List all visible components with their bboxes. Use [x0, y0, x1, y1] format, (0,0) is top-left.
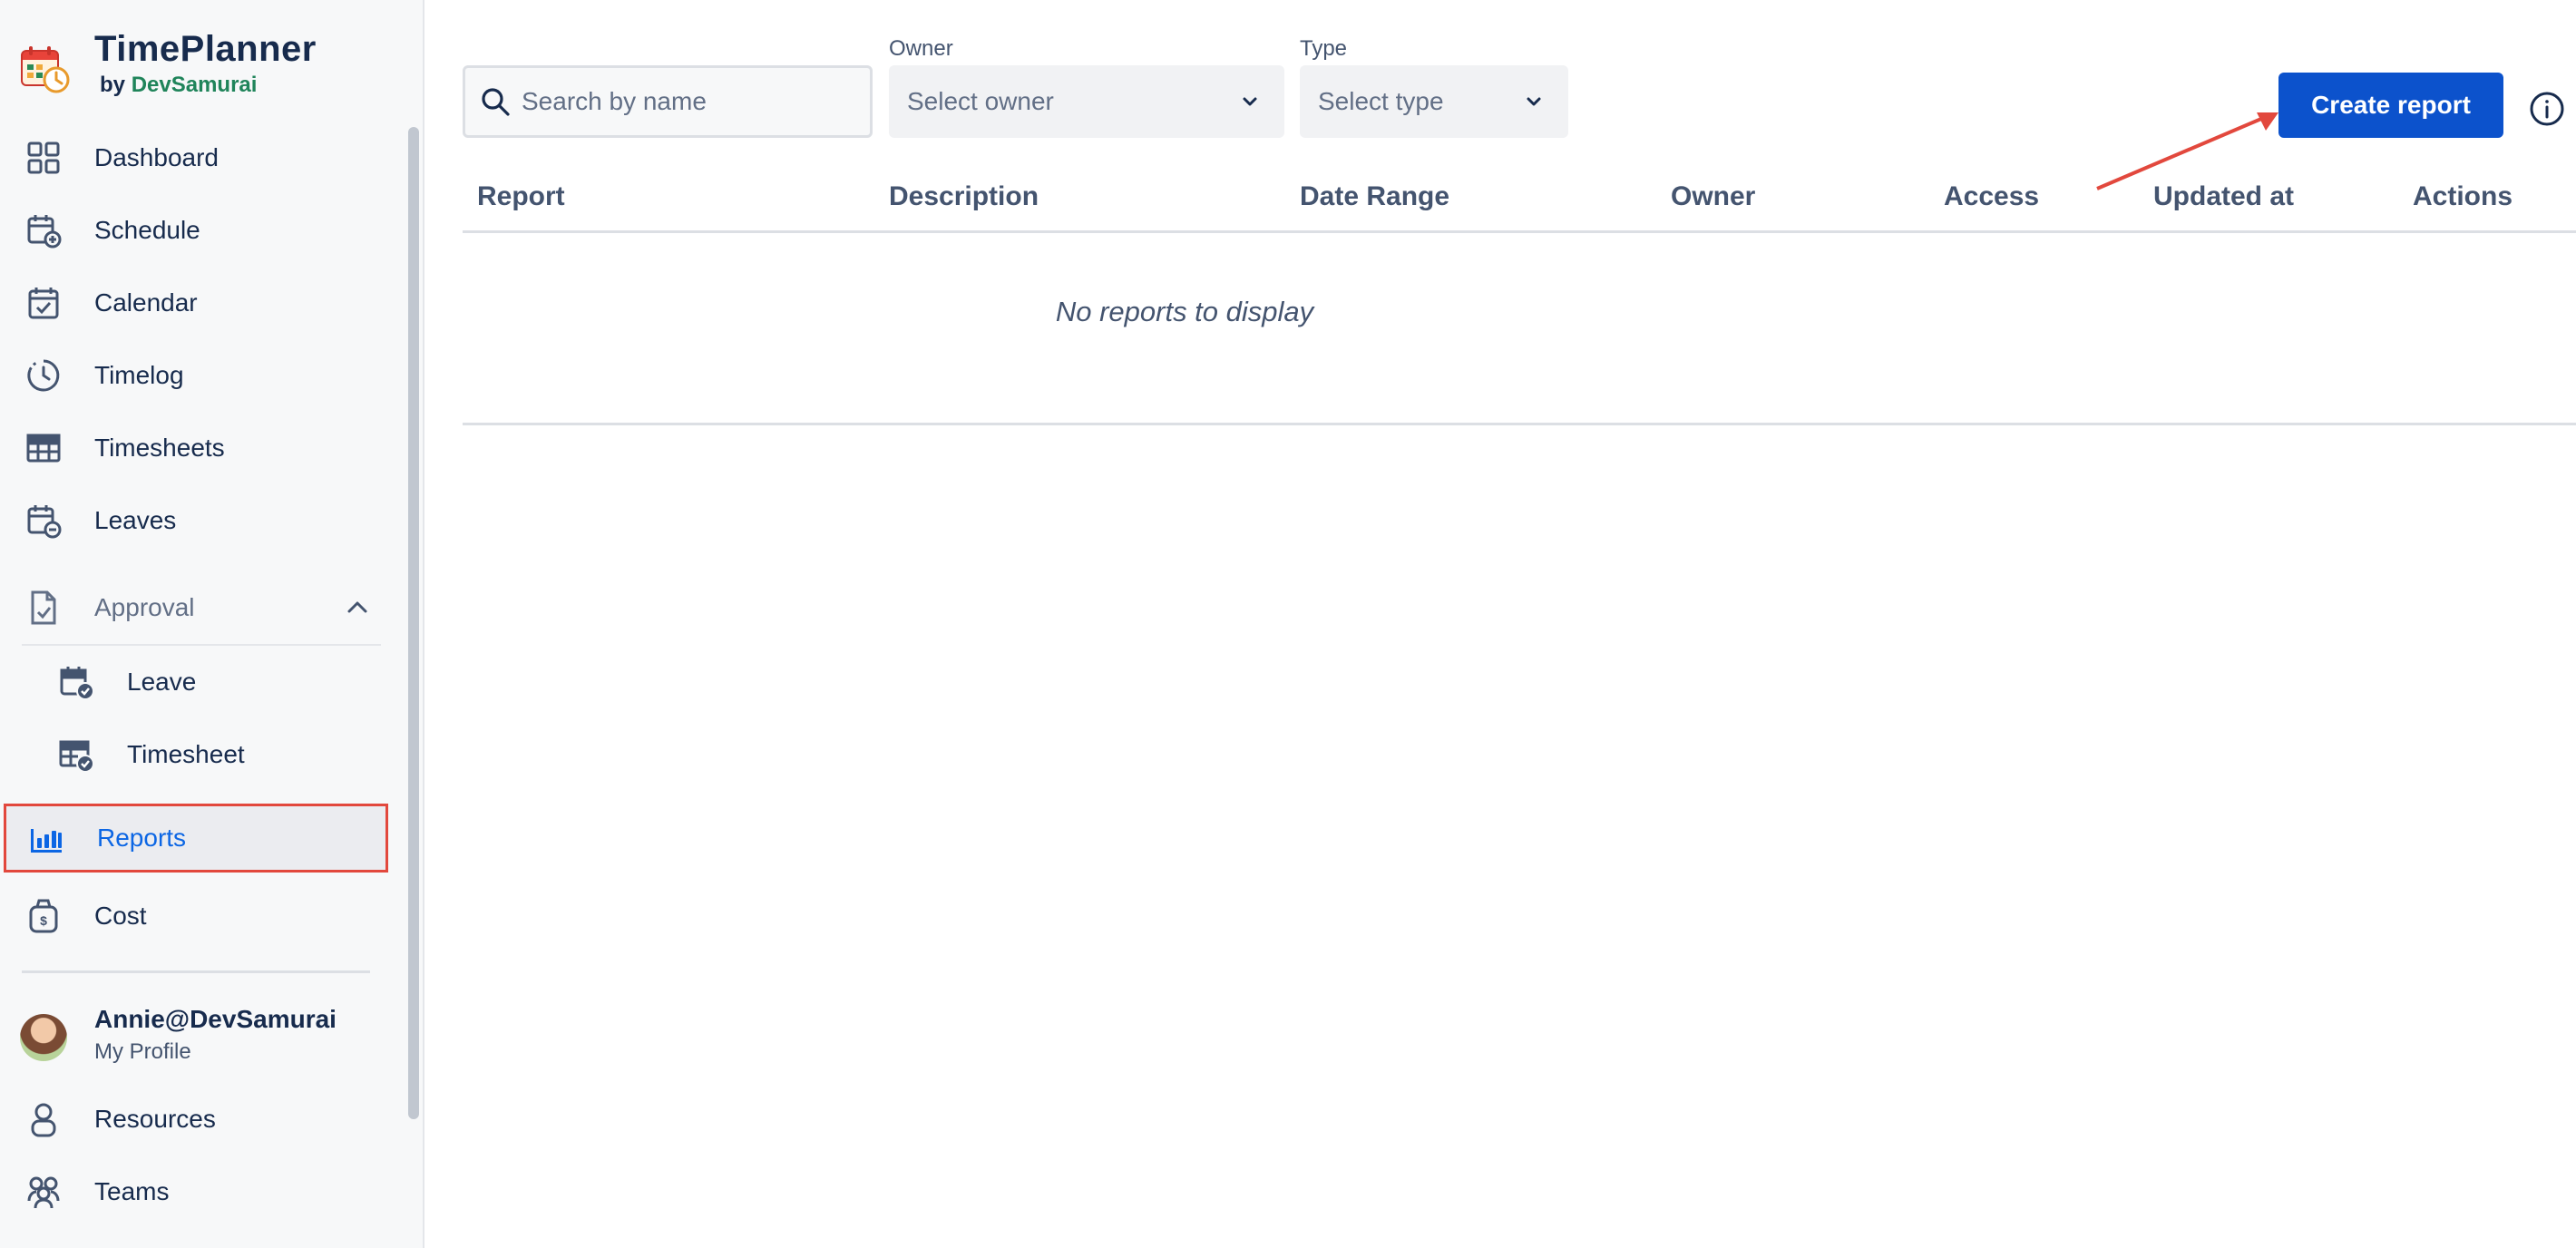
column-header-description[interactable]: Description	[889, 181, 1039, 212]
sidebar-item-label: Schedule	[94, 216, 200, 244]
clock-icon	[25, 357, 62, 394]
search-input[interactable]	[522, 68, 866, 135]
owner-select[interactable]: Select owner	[889, 65, 1284, 138]
person-icon	[25, 1101, 62, 1137]
profile-subtitle: My Profile	[94, 1039, 191, 1064]
sidebar-item-label: Reports	[97, 824, 187, 852]
calendar-check-icon	[25, 285, 62, 321]
sidebar-item-label: Calendar	[94, 288, 198, 317]
app-vendor: by DevSamurai	[100, 73, 317, 98]
sidebar-group-approval[interactable]: Approval	[0, 571, 399, 644]
sidebar-item-label: Dashboard	[94, 143, 219, 171]
sidebar-item-label: Teams	[94, 1177, 170, 1205]
type-label: Type	[1300, 36, 1348, 61]
sidebar-item-label: Resources	[94, 1105, 216, 1133]
reports-page: Owner Select owner Type Select type Crea…	[424, 0, 2576, 1248]
sidebar: TimePlanner by DevSamurai Dashboard Sche…	[0, 0, 424, 1248]
sidebar-item-teams[interactable]: Teams	[0, 1155, 399, 1228]
empty-state-message: No reports to display	[1055, 296, 1314, 327]
sidebar-item-resources[interactable]: Resources	[0, 1083, 399, 1155]
sidebar-item-calendar[interactable]: Calendar	[0, 267, 399, 339]
table-icon	[25, 430, 62, 466]
bar-chart-icon	[28, 820, 64, 856]
sidebar-item-leaves[interactable]: Leaves	[0, 484, 399, 557]
vendor-prefix: by	[100, 73, 126, 97]
sidebar-item-label: Cost	[94, 902, 147, 930]
dashboard-icon	[25, 140, 62, 176]
owner-select-value: Select owner	[907, 87, 1054, 115]
calendar-plus-icon	[25, 212, 62, 249]
owner-label: Owner	[889, 36, 953, 61]
profile-entry[interactable]: Annie@DevSamurai My Profile	[20, 1001, 401, 1074]
svg-text:$: $	[40, 913, 47, 928]
sidebar-item-label: Leave	[127, 668, 197, 696]
column-header-date-range[interactable]: Date Range	[1300, 181, 1449, 212]
profile-name: Annie@DevSamurai	[94, 1005, 337, 1033]
type-select[interactable]: Select type	[1300, 65, 1568, 138]
sidebar-item-label: Approval	[94, 593, 195, 621]
vendor-name: DevSamurai	[131, 73, 258, 97]
brand[interactable]: TimePlanner by DevSamurai	[20, 27, 317, 98]
sidebar-item-timesheets[interactable]: Timesheets	[0, 412, 399, 484]
document-check-icon	[25, 590, 62, 626]
people-group-icon	[25, 1174, 62, 1210]
chevron-down-icon	[1243, 97, 1257, 106]
sidebar-item-label: Timesheet	[127, 740, 245, 768]
sidebar-item-schedule[interactable]: Schedule	[0, 194, 399, 267]
type-select-value: Select type	[1318, 87, 1444, 115]
table-header-divider	[463, 230, 2576, 233]
timesheet-approve-icon	[58, 736, 94, 773]
column-header-access[interactable]: Access	[1944, 181, 2039, 212]
table-bottom-divider	[463, 423, 2576, 425]
sidebar-item-label: Leaves	[94, 506, 177, 534]
sidebar-item-label: Timelog	[94, 361, 184, 389]
calendar-minus-icon	[25, 502, 62, 539]
money-bag-icon: $	[25, 898, 62, 934]
column-header-report[interactable]: Report	[477, 181, 565, 212]
search-icon	[482, 88, 510, 116]
column-header-updated-at[interactable]: Updated at	[2153, 181, 2294, 212]
sidebar-item-label: Timesheets	[94, 434, 225, 462]
chevron-up-icon[interactable]	[343, 593, 372, 622]
column-header-owner[interactable]: Owner	[1671, 181, 1755, 212]
avatar	[20, 1014, 67, 1061]
sidebar-divider	[22, 970, 370, 973]
sidebar-item-dashboard[interactable]: Dashboard	[0, 122, 399, 194]
sidebar-item-approval-leave[interactable]: Leave	[0, 646, 399, 718]
timeplanner-logo-icon	[21, 46, 70, 93]
sidebar-item-cost[interactable]: $ Cost	[0, 880, 399, 952]
calendar-approve-icon	[58, 664, 94, 700]
create-report-button[interactable]: Create report	[2278, 73, 2503, 138]
sidebar-scrollbar[interactable]	[408, 127, 419, 1119]
info-icon[interactable]	[2527, 89, 2567, 129]
search-box[interactable]	[463, 65, 873, 138]
app-title: TimePlanner	[94, 29, 317, 69]
chevron-down-icon	[1527, 97, 1541, 106]
sidebar-item-reports[interactable]: Reports	[4, 804, 388, 873]
column-header-actions[interactable]: Actions	[2413, 181, 2513, 212]
sidebar-item-timelog[interactable]: Timelog	[0, 339, 399, 412]
sidebar-item-approval-timesheet[interactable]: Timesheet	[0, 718, 399, 791]
